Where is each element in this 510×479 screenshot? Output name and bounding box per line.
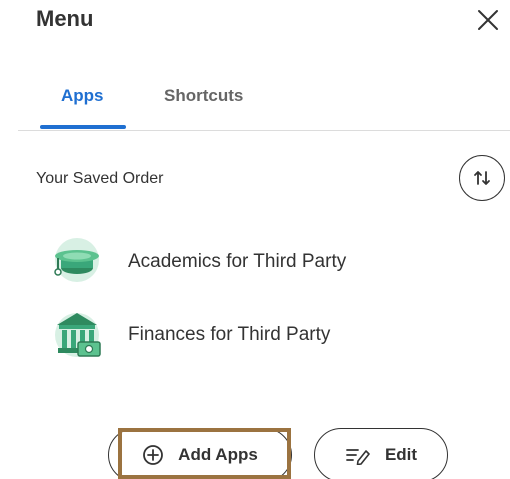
edit-list-icon: [345, 445, 371, 465]
edit-button[interactable]: Edit: [314, 428, 448, 479]
app-item-finances[interactable]: Finances for Third Party: [50, 309, 330, 361]
plus-circle-icon: [142, 444, 164, 466]
close-icon: [478, 10, 498, 30]
app-label: Finances for Third Party: [128, 324, 331, 345]
menu-panel: Menu Apps Shortcuts Your Saved Order Aca…: [0, 0, 510, 479]
section-label: Your Saved Order: [36, 170, 164, 187]
graduation-cap-icon: [50, 236, 104, 288]
sort-button[interactable]: [459, 155, 505, 201]
sort-arrows-icon: [474, 171, 490, 185]
app-label: Academics for Third Party: [128, 251, 347, 272]
app-item-academics[interactable]: Academics for Third Party: [50, 236, 346, 288]
add-apps-label: Add Apps: [178, 445, 258, 464]
tab-bar: Apps Shortcuts: [18, 70, 510, 131]
tab-shortcuts[interactable]: Shortcuts: [164, 86, 243, 106]
close-button[interactable]: [474, 6, 502, 34]
bank-icon: [50, 309, 104, 361]
page-title: Menu: [36, 6, 94, 31]
active-tab-indicator: [40, 125, 126, 129]
edit-label: Edit: [384, 445, 418, 464]
tab-apps[interactable]: Apps: [61, 86, 104, 106]
add-apps-button[interactable]: Add Apps: [108, 428, 292, 479]
